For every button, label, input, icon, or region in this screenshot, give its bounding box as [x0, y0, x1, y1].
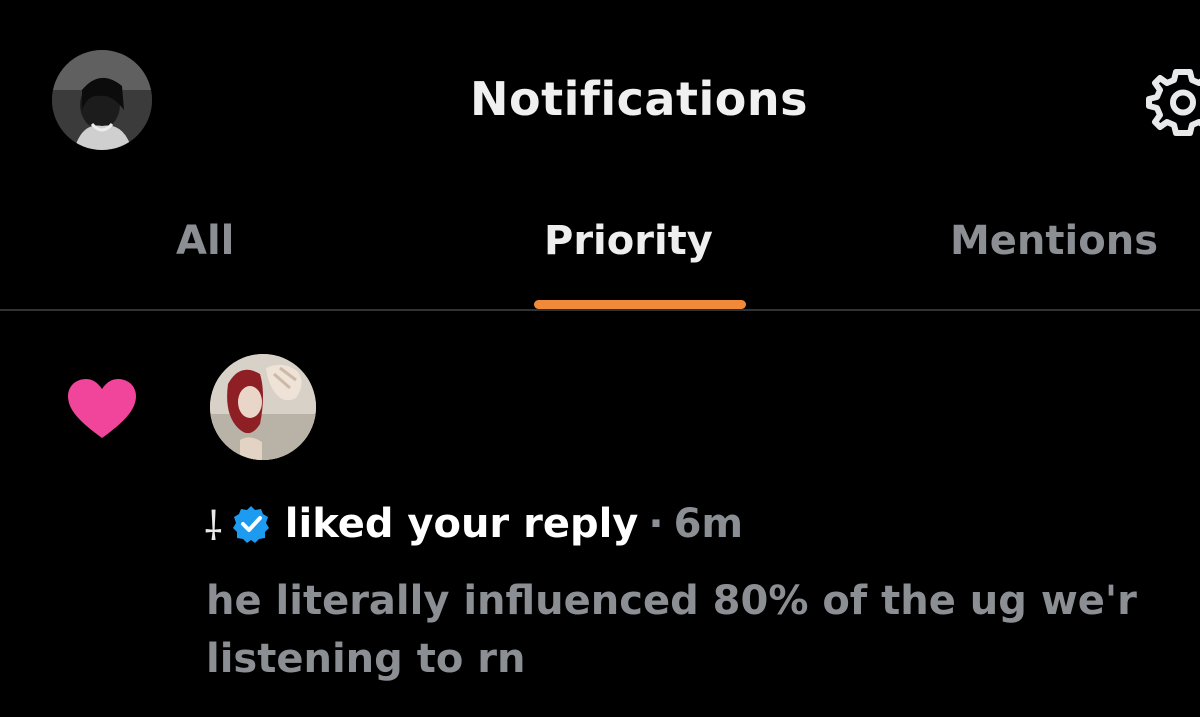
heart-icon — [66, 378, 138, 440]
page-title: Notifications — [470, 72, 808, 126]
reply-preview-line-2: listening to rn — [206, 636, 526, 682]
notification-summary: ⸸ liked your reply · 6m — [204, 496, 743, 552]
notification-tabs: All Priority Mentions — [0, 200, 1200, 310]
tab-priority-label: Priority — [544, 218, 713, 264]
notification-action: liked your reply — [284, 501, 639, 547]
reply-preview-line-1: he literally influenced 80% of the ug we… — [206, 578, 1137, 624]
tab-all-label: All — [176, 218, 235, 264]
reply-preview[interactable]: he literally influenced 80% of the ug we… — [206, 572, 1200, 688]
liker-avatar-image — [210, 354, 316, 460]
gear-icon[interactable] — [1146, 64, 1200, 138]
tab-mentions-label: Mentions — [950, 218, 1159, 264]
header-bar: Notifications — [0, 0, 1200, 200]
tab-mentions[interactable]: Mentions — [950, 218, 1158, 310]
tab-priority[interactable]: Priority — [544, 218, 713, 310]
separator-dot: · — [648, 501, 664, 547]
active-tab-indicator — [534, 300, 746, 309]
actor-name[interactable]: ⸸ — [204, 497, 223, 552]
verified-badge-icon — [231, 504, 271, 544]
tab-all[interactable]: All — [176, 218, 234, 310]
notification-time: 6m — [673, 501, 744, 547]
liker-avatar[interactable] — [210, 354, 316, 460]
